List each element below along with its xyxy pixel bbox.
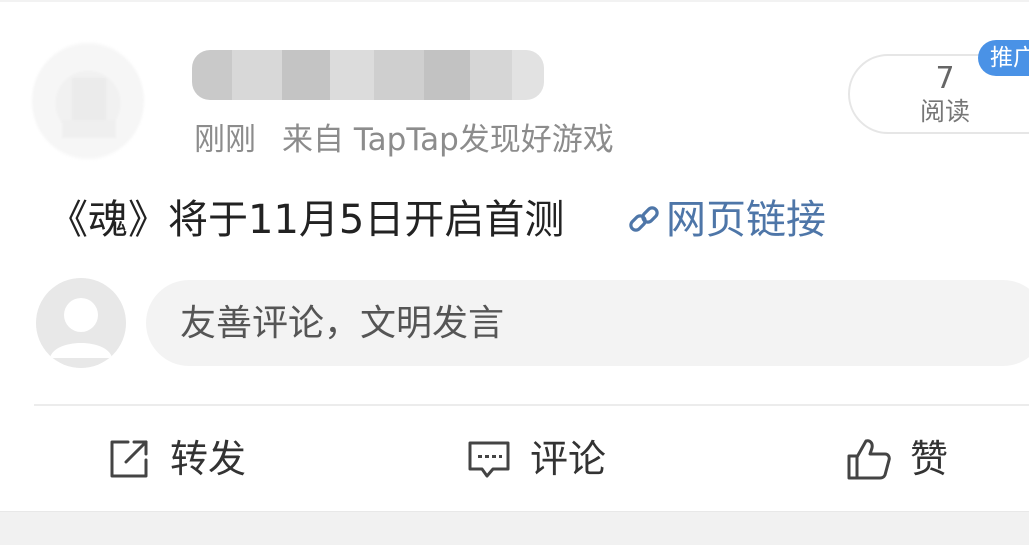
default-avatar-icon <box>36 278 126 368</box>
thumbs-up-icon <box>847 439 891 480</box>
action-divider <box>34 404 1029 406</box>
read-label: 阅读 <box>919 97 970 126</box>
comment-icon <box>468 441 510 478</box>
web-link[interactable]: 网页链接 <box>666 192 826 248</box>
link-icon[interactable] <box>626 202 664 238</box>
comment-label: 评论 <box>530 437 607 481</box>
comment-input[interactable] <box>146 280 1029 366</box>
post-time: 刚刚 <box>194 122 256 158</box>
author-name-blurred[interactable] <box>192 50 544 100</box>
share-icon <box>110 440 148 478</box>
my-avatar <box>36 278 126 368</box>
promo-badge: 推广 <box>978 40 1029 76</box>
like-button[interactable]: 赞 <box>846 428 948 490</box>
post-text: 《魂》将于11月5日开启首测 <box>48 197 565 243</box>
top-divider <box>0 0 1029 2</box>
post-meta: 刚刚 来自 TapTap发现好游戏 <box>194 120 614 160</box>
post-source[interactable]: 来自 TapTap发现好游戏 <box>282 122 614 158</box>
author-avatar[interactable] <box>32 42 144 160</box>
post-card: 刚刚 来自 TapTap发现好游戏 7 阅读 推广 《魂》将于11月5日开启首测 … <box>0 0 1029 545</box>
share-label: 转发 <box>170 437 247 481</box>
comment-button[interactable]: 评论 <box>466 428 606 490</box>
bottom-separator <box>0 511 1029 545</box>
share-button[interactable]: 转发 <box>106 428 246 490</box>
like-label: 赞 <box>910 437 949 481</box>
